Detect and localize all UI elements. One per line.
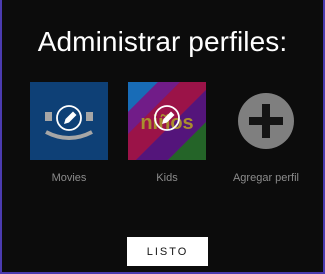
manage-profiles-screen: Administrar perfiles: Movies niños Kids … [0, 0, 325, 274]
profile-name-movies: Movies [51, 172, 87, 184]
add-profile-button[interactable] [227, 82, 305, 160]
add-profile-label: Agregar perfil [232, 172, 300, 184]
profile-avatar-movies[interactable] [30, 82, 108, 160]
page-title: Administrar perfiles: [37, 26, 288, 57]
svg-text:niños: niños [140, 112, 193, 134]
done-button[interactable]: LISTO [127, 237, 208, 266]
profile-list: Movies niños Kids Agregar perfil [2, 82, 323, 192]
profile-avatar-kids[interactable]: niños [128, 82, 206, 160]
add-profile[interactable]: Agregar perfil [216, 82, 316, 184]
plus-circle-icon [238, 93, 294, 149]
profile-name-kids: Kids [156, 172, 178, 184]
profile-movies[interactable]: Movies [19, 82, 119, 184]
profile-kids[interactable]: niños Kids [117, 82, 217, 184]
smiley-avatar-icon [30, 82, 108, 160]
kids-avatar-icon: niños [128, 82, 206, 160]
